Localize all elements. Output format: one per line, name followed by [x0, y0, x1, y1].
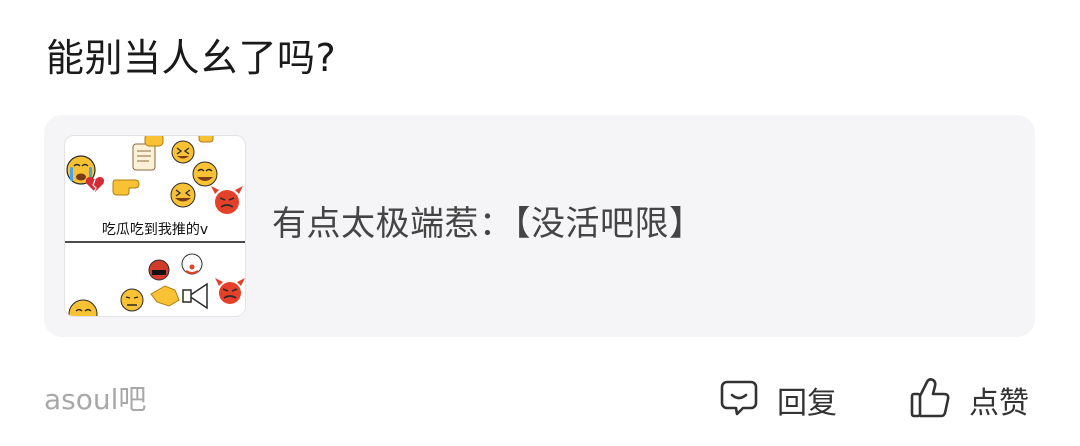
grinning-squint-face-icon: [170, 182, 196, 208]
laughing-face-icon: [192, 161, 218, 187]
reply-button[interactable]: 回复: [719, 376, 837, 424]
like-button[interactable]: 点赞: [909, 376, 1029, 424]
post-item[interactable]: 能别当人幺了吗? 吃瓜吃到我推的v 有点太极端惹：【没活吧限】 asoul吧 回…: [0, 0, 1080, 446]
angry-devil-face-icon: [211, 186, 243, 214]
raised-fist-icon: [198, 136, 214, 143]
link-card[interactable]: 吃瓜吃到我推的v 有点太极端惹：【没活吧限】: [44, 115, 1035, 337]
link-card-thumbnail: 吃瓜吃到我推的v: [64, 135, 246, 317]
comment-bubble-icon: [719, 378, 759, 422]
link-card-title: 有点太极端惹：【没活吧限】: [272, 204, 704, 244]
raised-fist-icon: [144, 136, 164, 147]
grinning-face-icon: [68, 299, 98, 316]
reply-label: 回复: [777, 386, 837, 421]
post-title[interactable]: 能别当人幺了吗?: [46, 28, 336, 88]
pointing-hand-icon: [150, 285, 180, 307]
megaphone-icon: [182, 282, 208, 310]
pointing-hand-icon: [112, 179, 140, 196]
rolling-laughing-face-icon: [171, 140, 195, 164]
cursing-face-icon: [148, 259, 170, 281]
clown-face-icon: [181, 253, 203, 275]
angry-devil-face-icon: [215, 278, 245, 304]
broken-heart-icon: [85, 177, 105, 193]
scroll-icon: [132, 143, 156, 171]
thumbnail-caption: 吃瓜吃到我推的v: [102, 222, 208, 238]
forum-name-link[interactable]: asoul吧: [44, 378, 146, 422]
thumbs-up-icon: [909, 376, 951, 424]
like-label: 点赞: [969, 386, 1029, 421]
annoyed-face-icon: [120, 288, 144, 312]
